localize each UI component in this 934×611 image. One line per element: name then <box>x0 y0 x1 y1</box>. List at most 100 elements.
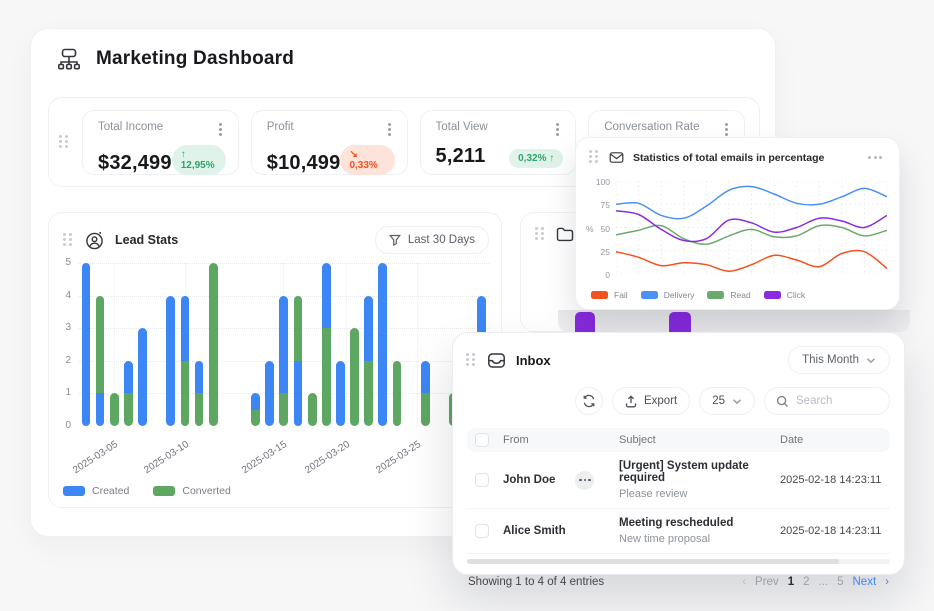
page-size-dropdown[interactable]: 25 <box>699 387 755 415</box>
lead-bar-segment-created <box>124 361 133 394</box>
table-header-row: From Subject Date <box>467 428 890 452</box>
lead-bar <box>124 361 133 426</box>
date-filter-button[interactable]: Last 30 Days <box>375 226 489 254</box>
row-actions-icon[interactable] <box>575 471 594 490</box>
page-5-button[interactable]: 5 <box>837 576 843 588</box>
lead-bar-segment-created <box>336 361 345 426</box>
lead-bar <box>209 263 218 426</box>
entries-summary: Showing 1 to 4 of 4 entries <box>468 576 604 588</box>
drag-handle-icon[interactable] <box>589 150 600 165</box>
export-label: Export <box>644 395 677 407</box>
lead-bar-segment-created <box>378 263 387 426</box>
chevron-down-icon <box>866 357 876 364</box>
scrollbar-thumb[interactable] <box>467 559 839 564</box>
kebab-menu-icon[interactable] <box>721 121 732 138</box>
x-tick-label: 2025-03-05 <box>52 439 120 489</box>
lead-bar <box>294 296 303 426</box>
legend-item-read: Read <box>707 290 750 300</box>
x-tick-label: 2025-03-20 <box>284 439 352 489</box>
search-input[interactable] <box>796 395 876 407</box>
ellipsis-menu-icon[interactable] <box>865 153 885 162</box>
lead-bar-segment-created <box>322 263 331 328</box>
kebab-menu-icon[interactable] <box>384 121 395 138</box>
drag-handle-icon[interactable] <box>535 227 546 242</box>
drag-handle-icon[interactable] <box>59 135 70 150</box>
prev-button[interactable]: Prev <box>755 576 779 588</box>
y-tick-label: 3 <box>55 322 71 333</box>
prev-chevron-icon[interactable]: ‹ <box>742 576 746 588</box>
lead-bar <box>82 263 91 426</box>
date-filter-label: Last 30 Days <box>408 234 475 246</box>
x-tick-label: 2025-03-25 <box>355 439 423 489</box>
next-chevron-icon[interactable]: › <box>885 576 889 588</box>
lead-bar-segment-converted <box>96 296 105 394</box>
page-title: Marketing Dashboard <box>96 48 294 70</box>
legend-item-created: Created <box>63 485 129 497</box>
select-all-checkbox[interactable] <box>475 433 489 447</box>
hidden-chart-bar <box>669 312 691 332</box>
from-name: John Doe <box>503 474 555 486</box>
lead-bar-segment-created <box>166 296 175 426</box>
lead-bar <box>336 361 345 426</box>
lead-bar-segment-converted <box>110 393 119 426</box>
sitemap-icon <box>56 46 82 72</box>
date-value: 2025-02-18 14:23:11 <box>780 474 890 486</box>
lead-bar <box>110 393 119 426</box>
y-tick-label: 4 <box>55 290 71 301</box>
lead-bar <box>195 361 204 426</box>
period-dropdown[interactable]: This Month <box>788 346 890 374</box>
y-tick-label: 25 <box>588 247 610 257</box>
email-line-chart <box>616 181 887 274</box>
subject-text: Meeting rescheduled <box>619 517 780 529</box>
subject-preview: New time proposal <box>619 533 780 545</box>
date-value: 2025-02-18 14:23:11 <box>780 525 890 537</box>
email-chart-legend: FailDeliveryReadClick <box>591 290 805 300</box>
table-row[interactable]: John Doe [Urgent] System update required… <box>467 452 890 509</box>
lead-bar-segment-converted <box>294 296 303 361</box>
card-shadow-band <box>558 310 910 332</box>
legend-chip <box>764 291 781 299</box>
email-stats-title: Statistics of total emails in percentage <box>633 152 824 164</box>
pagination: ‹ Prev 1 2 ... 5 Next › <box>742 576 889 588</box>
lead-bar <box>322 263 331 426</box>
stat-card-profit: Profit $10,499 ↘ 0,33% <box>251 110 408 175</box>
drag-handle-icon[interactable] <box>63 233 74 248</box>
lead-bar-segment-created <box>251 393 260 409</box>
lead-stats-card: Lead Stats Last 30 Days 012345 2025-03-0… <box>48 212 502 508</box>
row-checkbox[interactable] <box>475 524 489 538</box>
legend-label: Read <box>730 290 750 300</box>
lead-bar <box>96 296 105 426</box>
search-icon <box>776 395 789 408</box>
gridline <box>346 263 347 426</box>
lead-bar-segment-created <box>294 361 303 426</box>
inbox-card: Inbox This Month Export 25 <box>452 332 905 575</box>
x-tick-label: 2025-03-10 <box>123 439 191 489</box>
drag-handle-icon[interactable] <box>466 353 477 368</box>
page-1-button[interactable]: 1 <box>788 576 794 588</box>
lead-bar-segment-created <box>82 263 91 426</box>
kebab-menu-icon[interactable] <box>552 121 563 138</box>
stat-label: Total View <box>436 121 488 133</box>
trend-badge: 0,32% ↑ <box>509 149 563 168</box>
lead-bar <box>350 328 359 426</box>
lead-bar-segment-converted <box>421 393 430 426</box>
lead-user-icon <box>84 230 105 251</box>
table-row[interactable]: Alice Smith Meeting rescheduled New time… <box>467 509 890 554</box>
legend-chip <box>641 291 658 299</box>
inbox-toolbar: Export 25 <box>453 374 904 415</box>
next-button[interactable]: Next <box>853 576 877 588</box>
stat-card-total-view: Total View 5,211 0,32% ↑ <box>420 110 577 175</box>
stat-card-total-income: Total Income $32,499 ↑ 12,95% <box>82 110 239 175</box>
page-size-value: 25 <box>712 395 725 407</box>
subject-text: [Urgent] System update required <box>619 460 780 484</box>
kebab-menu-icon[interactable] <box>215 121 226 138</box>
export-button[interactable]: Export <box>612 387 690 415</box>
lead-bar-segment-converted <box>195 393 204 426</box>
page-2-button[interactable]: 2 <box>803 576 809 588</box>
y-tick-label: 5 <box>55 257 71 268</box>
email-chart-plot <box>616 181 887 274</box>
row-checkbox[interactable] <box>475 473 489 487</box>
refresh-button[interactable] <box>575 387 603 415</box>
stat-value: 5,211 <box>436 145 486 168</box>
legend-label: Click <box>787 290 805 300</box>
